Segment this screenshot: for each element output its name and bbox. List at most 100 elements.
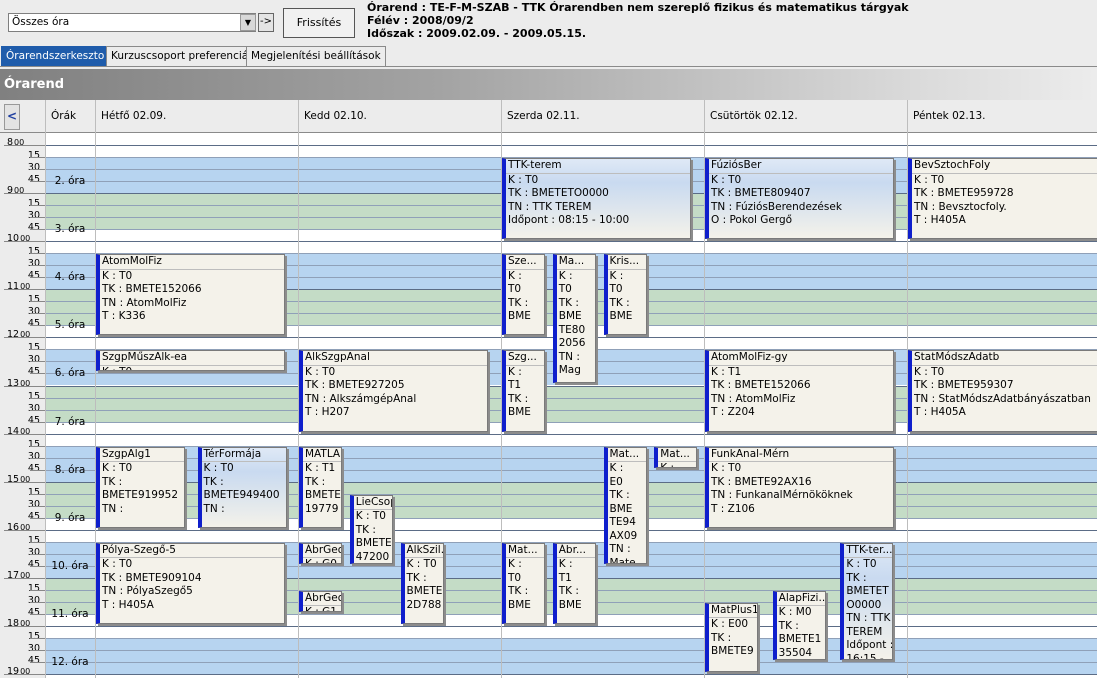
column-header-friday[interactable]: Péntek 02.13. (907, 100, 1097, 133)
event-title: Ábr... (556, 544, 595, 559)
event-card[interactable]: AtomMolFiz-gy K : T1 TK : BMETE152066 TN : … (705, 350, 894, 432)
event-detail: T : Z106 (711, 502, 755, 515)
event-card[interactable]: MatPlus1 K : E00 TK : BMETE9 (705, 602, 758, 673)
event-detail: K : T1 (711, 365, 742, 378)
event-card[interactable]: TTK-terem K : T0 TK : BMETETO0000 TN : TTK … (502, 158, 691, 240)
quarter-line (45, 674, 1097, 676)
event-detail: TK : (508, 585, 529, 598)
event-detail: T0 (558, 283, 572, 296)
event-detail: TK : (355, 523, 376, 536)
event-detail: T : H405A (102, 598, 154, 611)
event-title: TérFormája (201, 448, 286, 463)
event-detail: Időpont : (846, 639, 893, 652)
event-card[interactable]: SzgpAlg1 K : T0 TK : BMETE919952 TN : (96, 446, 185, 528)
event-card[interactable]: AlkSzgpAnal K : T0 TK : BMETE927205 TN : Al… (299, 350, 488, 432)
tab-orarendszerkeszto[interactable]: Órarendszerkeszto (1, 46, 110, 66)
quarter-tick (30, 277, 45, 279)
hour-label: 1500 (7, 473, 31, 485)
event-detail: T1 (558, 571, 572, 584)
time-band (45, 145, 1097, 158)
event-card[interactable]: TérFormája K : T0 TK : BMETE949400 TN : (197, 446, 287, 528)
quarter-tick (30, 613, 45, 615)
event-card[interactable]: Mat... K : E0 TK : BME TE94 AX09 TN : Mate (603, 446, 647, 564)
column-header-thursday[interactable]: Csütörtök 02.12. (704, 100, 907, 133)
quarter-tick (30, 638, 45, 640)
quarter-label: 45 (27, 558, 40, 570)
event-card[interactable]: Szg... K : T1 TK : BME (502, 350, 545, 432)
column-header-monday[interactable]: Hétfő 02.09. (95, 100, 298, 133)
quarter-line (45, 662, 1097, 664)
go-button[interactable]: -> (258, 13, 274, 32)
quarter-tick (30, 217, 45, 219)
event-detail: TK : BMETETO0000 (508, 187, 609, 200)
view-combobox[interactable]: Összes óra (8, 13, 256, 32)
event-detail: TK : (203, 475, 224, 488)
chevron-left-icon[interactable]: < (4, 104, 20, 130)
event-detail: AX09 (609, 529, 638, 542)
event-title: Mat... (506, 544, 544, 559)
quarter-label: 15 (27, 246, 40, 258)
quarter-label: 15 (27, 150, 40, 162)
event-detail: K : T0 (711, 462, 742, 475)
event-detail: TK : BMETE927205 (305, 379, 405, 392)
event-detail: BMETE949400 (203, 489, 280, 502)
hour-tick (4, 577, 45, 579)
column-header-orak: Órák (45, 100, 95, 133)
event-card[interactable]: ÁbrGeo...K : G1 (299, 590, 342, 612)
event-card[interactable]: Mat... K : T0 TK : BME (502, 542, 545, 624)
event-card[interactable]: Ma... K : T0 TK : BME TE80 2056 TN : Mag (552, 254, 596, 384)
event-detail: TK : (102, 475, 123, 488)
quarter-tick (30, 565, 45, 567)
event-detail: BMETET (846, 585, 889, 598)
event-detail: BMETE9 (355, 537, 392, 550)
timetable-grid[interactable]: 800 15 30 45 900 15 30 45 1000 15 30 45 1100 15 30 45 12… (0, 133, 1097, 678)
event-card[interactable]: StatMódszAdatb K : T0 TK : BMETE959307 TN :… (908, 350, 1097, 432)
event-detail: O : Pokol Gergő (711, 214, 793, 227)
quarter-tick (30, 253, 45, 255)
event-detail: 47200 (355, 550, 390, 563)
event-card[interactable]: MATLA...K : T1TK :BMETE119779 (299, 446, 342, 528)
quarter-label: 30 (27, 546, 40, 558)
quarter-tick (30, 517, 45, 519)
event-card[interactable]: ÁbrGeo...K : G0 (299, 542, 342, 564)
tab-kurzuscsoport-preferenciak[interactable]: Kurzuscsoport preferenciák (106, 46, 260, 66)
event-card[interactable]: AlapFizi... K : M0 TK : BMETE1 35504 (772, 590, 826, 661)
quarter-label: 45 (27, 655, 40, 667)
quarter-label: 45 (27, 606, 40, 618)
event-card[interactable]: LieCsopK : T0TK :BMETE947200 (349, 494, 393, 564)
event-detail: TN : Bevsztocfoly. (914, 200, 1007, 213)
event-card[interactable]: TTK-ter... K : T0 TK : BMETET O0000 TN : TTK T… (840, 542, 894, 661)
toolbar: Összes óra ▼ -> Frissítés Órarend : TE-F… (0, 0, 1097, 46)
hour-label: 1700 (7, 569, 31, 581)
event-card[interactable]: Mat...K : (654, 446, 698, 468)
column-header-tuesday[interactable]: Kedd 02.10. (298, 100, 501, 133)
quarter-label: 15 (27, 294, 40, 306)
event-card[interactable]: FunkAnal-Mérn K : T0 TK : BMETE92AX16 TN : … (705, 446, 894, 528)
event-card[interactable]: Sze... K : T0 TK : BME (502, 254, 545, 336)
event-detail: T : K336 (102, 310, 146, 323)
refresh-button[interactable]: Frissítés (283, 8, 355, 38)
event-card[interactable]: Pólya-Szegő-5 K : T0 TK : BMETE909104 TN : … (96, 542, 285, 624)
event-detail: T : H405A (914, 406, 966, 419)
event-card[interactable]: BevSztochFoly K : T0 TK : BMETE959728 TN : … (908, 158, 1097, 240)
event-detail: K : T1 (305, 462, 336, 475)
event-card[interactable]: AtomMolFiz K : T0 TK : BMETE152066 TN : Ato… (96, 254, 285, 336)
quarter-label: 15 (27, 438, 40, 450)
hour-tick (4, 674, 45, 676)
event-card[interactable]: FúziósBer K : T0 TK : BMETE809407 TN : Fúzi… (705, 158, 894, 240)
event-detail: K : (609, 269, 624, 282)
event-card[interactable]: Ábr... K : T1 TK : BME (552, 542, 596, 624)
event-card[interactable]: Kris... K : T0 TK : BME (603, 254, 647, 336)
event-detail: K : (609, 462, 624, 475)
event-card[interactable]: SzgpMűszAlk-eaK : T0 (96, 350, 285, 372)
event-detail: TK : (711, 631, 732, 644)
chevron-down-icon[interactable]: ▼ (240, 14, 256, 31)
quarter-label: 45 (27, 270, 40, 282)
column-header-wednesday[interactable]: Szerda 02.11. (501, 100, 704, 133)
tab-megjelenitesi-beallitasok[interactable]: Megjelenítési beállítások (246, 46, 386, 66)
event-detail: K : T0 (711, 173, 742, 186)
event-detail: TEREM (846, 625, 883, 638)
event-detail: TK : (508, 296, 529, 309)
event-card[interactable]: AlkSzil...K : T0TK :BMETE12D788 (400, 542, 444, 624)
panel-title: Órarend (0, 69, 1097, 100)
